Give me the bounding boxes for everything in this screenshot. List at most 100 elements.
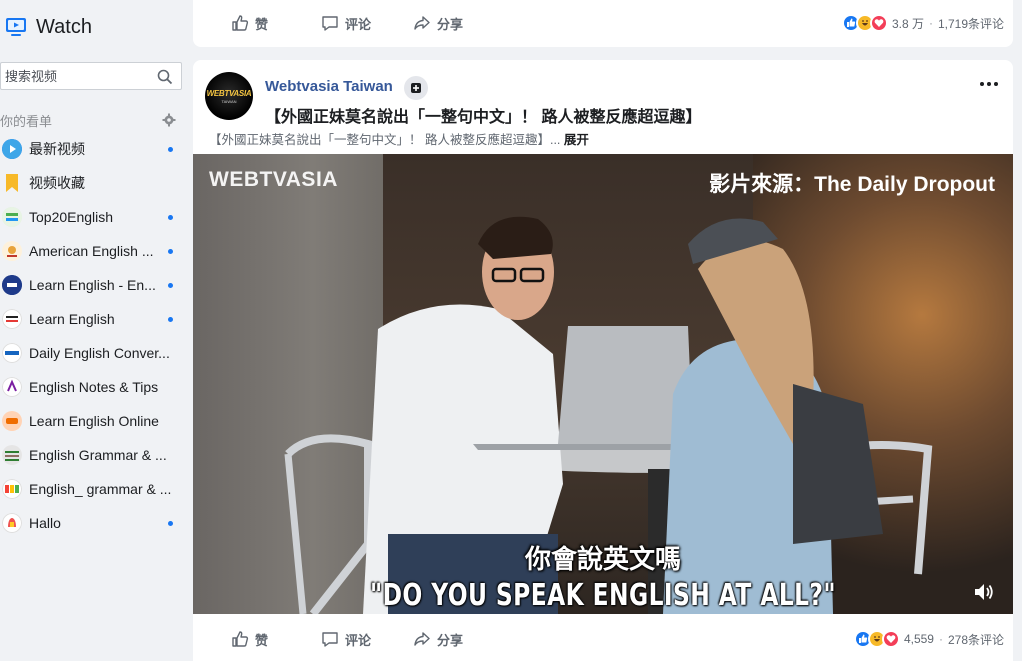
sidebar-item-english-notes[interactable]: English Notes & Tips [0, 370, 182, 404]
page-avatar [2, 445, 22, 465]
comment-label: 评论 [345, 16, 372, 32]
watchlist-section-header: 你的看单 [0, 110, 182, 130]
comment-count[interactable]: 1,719条评论 [938, 15, 1004, 32]
sidebar-item-label: Learn English Online [29, 413, 159, 429]
reactions-summary[interactable] [853, 630, 900, 648]
watch-title: Watch [36, 15, 92, 38]
share-icon [414, 16, 430, 30]
page-avatar [2, 207, 22, 227]
like-label: 赞 [255, 16, 269, 32]
separator-dot: · [938, 632, 943, 646]
post-actions: 赞 评论 分享 4,559 · 278条评论 [193, 617, 1013, 661]
video-watermark: WEBTVASIA [209, 168, 338, 191]
like-button[interactable]: 赞 [231, 624, 268, 654]
unread-dot [168, 521, 173, 526]
love-reaction-icon [869, 14, 888, 32]
page-avatar [2, 479, 22, 499]
volume-icon[interactable] [973, 582, 995, 602]
avatar-sub-text: TAIWAN [221, 98, 237, 104]
subtitle-english: "DO YOU SPEAK ENGLISH AT ALL?" [370, 578, 836, 613]
like-label: 赞 [255, 632, 269, 648]
watch-sidebar: Watch 你的看单 最新视频 [0, 0, 188, 661]
video-post: WEBTVASIA TAIWAN Webtvasia Taiwan 【外國正妹莫… [193, 60, 1013, 661]
sidebar-item-top20english[interactable]: Top20English [0, 200, 182, 234]
sidebar-item-label: 视频收藏 [29, 175, 85, 191]
bookmark-icon [2, 173, 22, 193]
sidebar-item-label: Daily English Conver... [29, 345, 170, 361]
search-icon[interactable] [157, 69, 173, 85]
sidebar-item-label: American English ... [29, 243, 154, 259]
post-description: 【外國正妹莫名說出「一整句中文」！ 路人被整反應超逗趣】... 展开 [209, 129, 589, 148]
sidebar-item-american-english[interactable]: American English ... [0, 234, 182, 268]
previous-post-footer: 赞 评论 分享 3.8 万 · 1,719条评论 [193, 0, 1013, 47]
unread-dot [168, 215, 173, 220]
post-stats: 3.8 万 · 1,719条评论 [841, 14, 1004, 32]
separator-dot: · [928, 16, 933, 30]
sidebar-item-latest-videos[interactable]: 最新视频 [0, 132, 182, 166]
sidebar-item-label: English Grammar & ... [29, 447, 167, 463]
like-button[interactable]: 赞 [231, 8, 268, 38]
watchlist: 最新视频 视频收藏 Top20English American English … [0, 132, 182, 540]
comment-count[interactable]: 278条评论 [948, 631, 1004, 648]
sidebar-item-label: Learn English - En... [29, 277, 156, 293]
subtitle-chinese: 你會說英文嗎 [524, 544, 681, 574]
video-search[interactable] [0, 62, 182, 90]
sidebar-item-learn-english[interactable]: Learn English [0, 302, 182, 336]
sidebar-item-label: English_ grammar & ... [29, 481, 172, 497]
more-dot [980, 82, 984, 86]
share-icon [414, 632, 430, 646]
video-source-caption: 影片來源：The Daily Dropout [709, 173, 995, 196]
more-dot [987, 82, 991, 86]
watch-header[interactable]: Watch [0, 0, 188, 54]
more-dot [994, 82, 998, 86]
gear-icon[interactable] [162, 113, 176, 127]
love-reaction-icon [881, 630, 900, 648]
post-title[interactable]: 【外國正妹莫名說出「一整句中文」！ 路人被整反應超逗趣】 [265, 103, 701, 127]
reaction-count[interactable]: 3.8 万 [892, 15, 924, 32]
sidebar-item-label: Learn English [29, 311, 115, 327]
page-avatar [2, 309, 22, 329]
reaction-count[interactable]: 4,559 [904, 632, 934, 646]
watch-tv-icon [6, 18, 26, 36]
comment-icon [322, 632, 338, 647]
share-button[interactable]: 分享 [413, 624, 463, 654]
page-avatar [2, 275, 22, 295]
reactions-summary[interactable] [841, 14, 888, 32]
thumbs-up-icon [232, 15, 249, 31]
page-avatar [2, 411, 22, 431]
page-avatar [2, 377, 22, 397]
description-text: 【外國正妹莫名說出「一整句中文」！ 路人被整反應超逗趣】... [209, 133, 561, 147]
comment-button[interactable]: 评论 [321, 624, 371, 654]
page-avatar[interactable]: WEBTVASIA TAIWAN [205, 72, 253, 120]
avatar-logo-text: WEBTVASIA [206, 88, 252, 98]
play-icon [2, 139, 22, 159]
unread-dot [168, 317, 173, 322]
page-avatar [2, 241, 22, 261]
sidebar-item-hallo[interactable]: Hallo [0, 506, 182, 540]
sidebar-item-daily-english[interactable]: Daily English Conver... [0, 336, 182, 370]
share-label: 分享 [437, 632, 464, 648]
sidebar-item-english-grammar-2[interactable]: English_ grammar & ... [0, 472, 182, 506]
watchlist-label: 你的看单 [0, 113, 53, 129]
video-player[interactable]: WEBTVASIA 影片來源：The Daily Dropout 你會說英文嗎 … [193, 154, 1013, 614]
sidebar-item-label: Hallo [29, 515, 61, 531]
share-button[interactable]: 分享 [413, 8, 463, 38]
see-more-link[interactable]: 展开 [564, 133, 589, 147]
follow-page-button[interactable] [404, 76, 428, 100]
sidebar-item-learn-english-online[interactable]: Learn English Online [0, 404, 182, 438]
thumbs-up-icon [232, 631, 249, 647]
sidebar-item-label: 最新视频 [29, 141, 85, 157]
add-page-icon [411, 83, 421, 93]
sidebar-item-learn-english-en[interactable]: Learn English - En... [0, 268, 182, 302]
comment-label: 评论 [345, 632, 372, 648]
search-input[interactable] [1, 68, 151, 84]
comment-icon [322, 16, 338, 31]
sidebar-item-english-grammar[interactable]: English Grammar & ... [0, 438, 182, 472]
comment-button[interactable]: 评论 [321, 8, 371, 38]
more-options-button[interactable] [977, 76, 1001, 92]
sidebar-item-saved-videos[interactable]: 视频收藏 [0, 166, 182, 200]
unread-dot [168, 283, 173, 288]
sidebar-item-label: Top20English [29, 209, 114, 225]
share-label: 分享 [437, 16, 464, 32]
page-name-link[interactable]: Webtvasia Taiwan [265, 78, 393, 95]
